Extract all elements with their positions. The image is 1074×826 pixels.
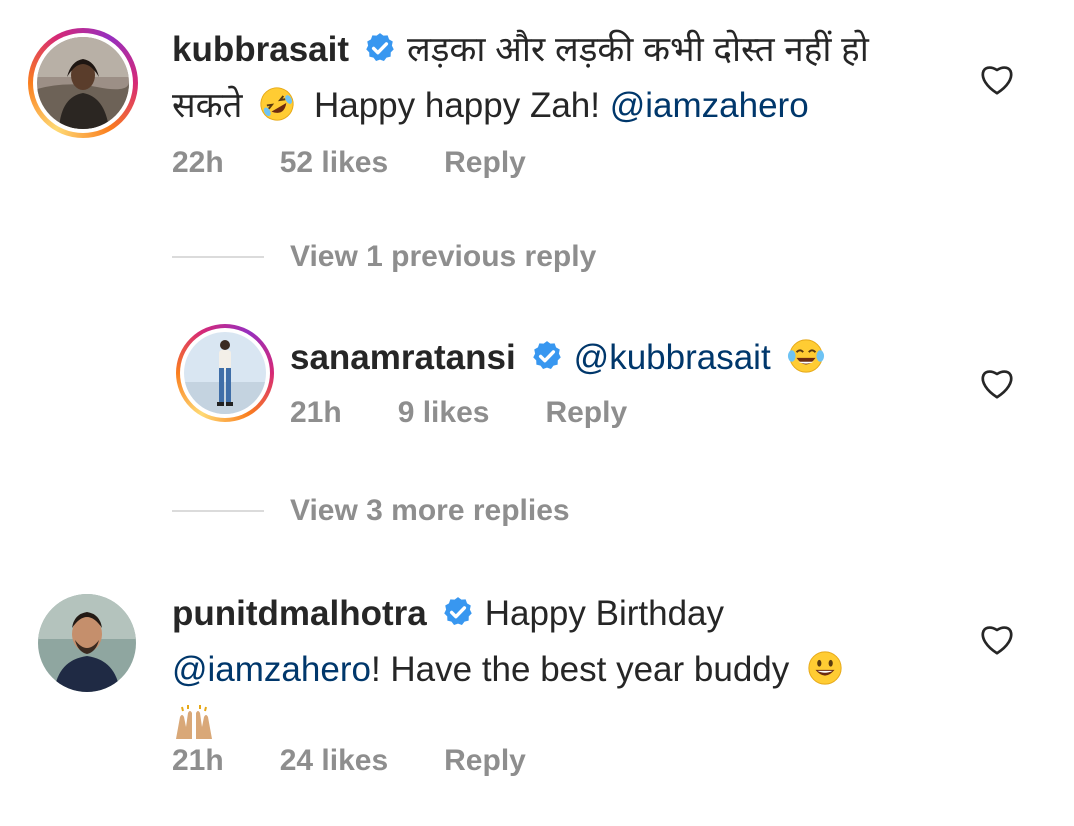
mention-link[interactable]: @iamzahero <box>610 86 809 125</box>
like-heart-icon[interactable] <box>979 622 1015 656</box>
comment-time: 21h <box>290 396 342 429</box>
avatar[interactable] <box>38 594 136 692</box>
comment-likes[interactable]: 9 likes <box>398 396 490 430</box>
view-more-replies-label: View 3 more replies <box>290 494 570 527</box>
comment-text: लड़का और लड़की कभी दोस्त नहीं हो <box>407 30 869 69</box>
reply-button[interactable]: Reply <box>545 396 627 430</box>
verified-badge-icon <box>441 592 475 644</box>
tears-of-joy-emoji-icon <box>786 337 826 390</box>
view-more-replies-button[interactable]: View 3 more replies <box>172 494 570 528</box>
comment-time: 21h <box>172 744 224 777</box>
reply-button[interactable]: Reply <box>444 744 526 778</box>
username[interactable]: sanamratansi <box>290 338 516 377</box>
username[interactable]: kubbrasait <box>172 30 349 69</box>
like-heart-icon[interactable] <box>979 366 1015 400</box>
like-heart-icon[interactable] <box>979 62 1015 96</box>
view-previous-reply-label: View 1 previous reply <box>290 240 597 273</box>
view-previous-reply-button[interactable]: View 1 previous reply <box>172 240 596 274</box>
comment-text: Happy Birthday <box>484 594 725 633</box>
reply-sanamratansi: sanamratansi @kubbrasait 21h 9 likes Repl… <box>0 320 1074 460</box>
comment-text-body: Happy happy Zah! <box>313 86 600 125</box>
smiley-emoji-icon <box>805 649 845 702</box>
verified-badge-icon <box>530 336 564 388</box>
avatar[interactable] <box>176 324 274 422</box>
profile-photo <box>38 594 136 692</box>
comment-likes[interactable]: 52 likes <box>280 146 388 180</box>
avatar[interactable] <box>28 28 138 138</box>
username[interactable]: punitdmalhotra <box>172 594 427 633</box>
rolling-on-floor-laughing-emoji-icon <box>258 85 296 138</box>
profile-photo <box>184 332 266 414</box>
divider-line <box>172 256 264 258</box>
mention-link[interactable]: @kubbrasait <box>574 338 771 377</box>
verified-badge-icon <box>363 28 397 80</box>
comment-kubbrasait: kubbrasait लड़का और लड़की कभी दोस्त नहीं … <box>0 0 1074 200</box>
comment-text-rest: ! Have the best year buddy <box>370 650 790 689</box>
reply-button[interactable]: Reply <box>444 146 526 180</box>
comment-likes[interactable]: 24 likes <box>280 744 388 778</box>
comment-time: 22h <box>172 146 224 179</box>
mention-link[interactable]: @iamzahero <box>172 650 371 689</box>
comment-punitdmalhotra: punitdmalhotra Happy Birthday @iamzahero!… <box>0 580 1074 826</box>
profile-photo <box>37 37 129 129</box>
divider-line <box>172 510 264 512</box>
comment-text-prefix: सकते <box>172 86 243 125</box>
